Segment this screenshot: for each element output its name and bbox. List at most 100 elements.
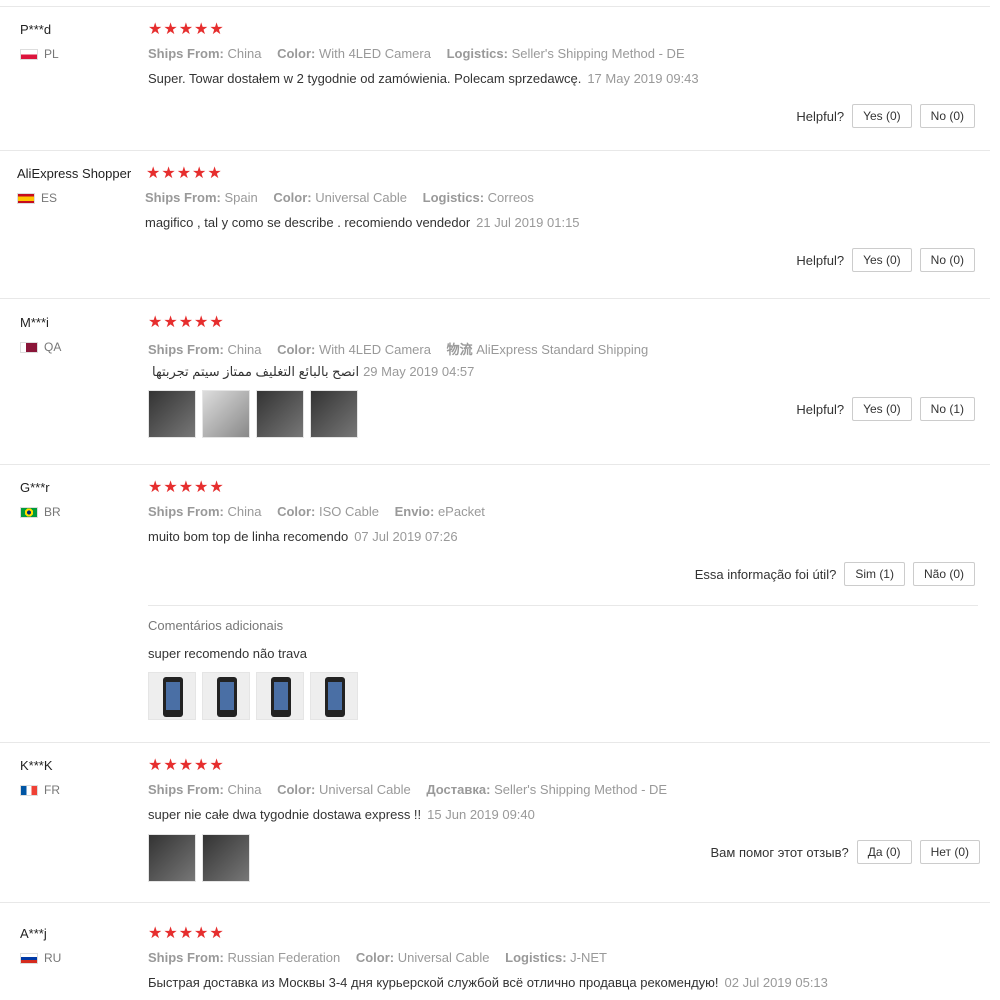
logistics-value: Seller's Shipping Method - DE (511, 46, 685, 61)
reviewer-country: FR (20, 783, 60, 797)
reviewer-country: RU (20, 951, 61, 965)
review-text: muito bom top de linha recomendo (148, 529, 349, 544)
color-value: Universal Cable (315, 190, 408, 205)
color-value: With 4LED Camera (318, 342, 431, 357)
reviewer-name: M***i (20, 315, 49, 330)
ships-from-value: China (227, 504, 262, 519)
ships-from-label: Ships From: (148, 342, 224, 357)
country-code: BR (44, 505, 61, 519)
review-photos (148, 672, 358, 720)
review-photo[interactable] (202, 834, 250, 882)
star-rating: ★★★★★ (148, 314, 225, 331)
helpful-row: Helpful? Yes (0) No (0) (796, 104, 975, 128)
ships-from-label: Ships From: (145, 190, 221, 205)
review-photo[interactable] (310, 672, 358, 720)
flag-qa-icon (20, 341, 38, 353)
logistics-label: Logistics: (446, 46, 508, 61)
review-photo[interactable] (202, 390, 250, 438)
review-text: انصح بالبائع التغليف ممتاز سيتم تجربتها (152, 364, 360, 379)
color-label: Color: (277, 504, 316, 519)
logistics-value: Correos (487, 190, 534, 205)
helpful-yes-button[interactable]: Yes (0) (852, 104, 912, 128)
review-text-row: magifico , tal y como se describe . reco… (145, 215, 580, 230)
review-photo[interactable] (148, 834, 196, 882)
helpful-label: Helpful? (796, 252, 845, 268)
review-photos (148, 390, 358, 438)
review-date: 15 Jun 2019 09:40 (427, 807, 535, 822)
review-photo[interactable] (148, 390, 196, 438)
divider (0, 464, 990, 465)
country-code: RU (44, 951, 62, 965)
review-date: 07 Jul 2019 07:26 (354, 529, 458, 544)
color-label: Color: (277, 46, 316, 61)
review-text-row: super nie całe dwa tygodnie dostawa expr… (148, 807, 535, 822)
review-photo[interactable] (256, 672, 304, 720)
logistics-value: AliExpress Standard Shipping (476, 342, 649, 357)
star-rating: ★★★★★ (148, 925, 225, 942)
helpful-label: Вам помог этот отзыв? (710, 844, 849, 860)
additional-comments-text: super recomendo não trava (148, 646, 307, 661)
helpful-label: Helpful? (796, 401, 845, 417)
ships-from-label: Ships From: (148, 782, 224, 797)
review-text: Быстрая доставка из Москвы 3-4 дня курье… (148, 975, 719, 990)
divider (0, 6, 990, 7)
review-text: super nie całe dwa tygodnie dostawa expr… (148, 807, 422, 822)
review-text-row: انصح بالبائع التغليف ممتاز سيتم تجربتها 2… (152, 364, 474, 380)
star-rating: ★★★★★ (148, 21, 225, 38)
logistics-value: ePacket (437, 504, 485, 519)
color-label: Color: (277, 782, 316, 797)
logistics-value: Seller's Shipping Method - DE (494, 782, 668, 797)
review-photo[interactable] (202, 672, 250, 720)
reviewer-name: K***K (20, 758, 53, 773)
helpful-row: Essa informação foi útil? Sim (1) Não (0… (695, 562, 975, 586)
review-text-row: muito bom top de linha recomendo 07 Jul 2… (148, 529, 458, 544)
subdivider (148, 605, 978, 606)
divider (0, 902, 990, 903)
color-value: ISO Cable (318, 504, 379, 519)
ships-from-value: China (227, 782, 262, 797)
divider (0, 298, 990, 299)
review-text: magifico , tal y como se describe . reco… (145, 215, 471, 230)
review-photo[interactable] (310, 390, 358, 438)
review-photo[interactable] (256, 390, 304, 438)
helpful-yes-button[interactable]: Да (0) (856, 840, 912, 864)
helpful-label: Essa informação foi útil? (694, 566, 837, 582)
star-rating: ★★★★★ (146, 165, 223, 182)
country-code: ES (41, 191, 58, 205)
review-date: 02 Jul 2019 05:13 (724, 975, 828, 990)
review-meta: Ships From: Spain Color: Universal Cable… (145, 190, 546, 205)
logistics-label: Logistics: (505, 950, 567, 965)
review-meta: Ships From: China Color: Universal Cable… (148, 782, 679, 797)
helpful-yes-button[interactable]: Yes (0) (852, 397, 912, 421)
helpful-row: Helpful? Yes (0) No (0) (796, 248, 975, 272)
review-meta: Ships From: China Color: With 4LED Camer… (148, 46, 697, 61)
helpful-no-button[interactable]: Нет (0) (919, 840, 980, 864)
helpful-row: Helpful? Yes (0) No (1) (796, 397, 975, 421)
helpful-label: Helpful? (796, 108, 845, 124)
ships-from-label: Ships From: (148, 504, 224, 519)
color-label: Color: (277, 342, 316, 357)
flag-fr-icon (20, 784, 38, 796)
review-photos (148, 834, 250, 882)
review-date: 29 May 2019 04:57 (363, 364, 475, 379)
country-code: FR (44, 783, 60, 797)
logistics-label: 物流 (446, 342, 473, 357)
ships-from-value: Russian Federation (227, 950, 341, 965)
country-code: PL (44, 47, 59, 61)
helpful-yes-button[interactable]: Yes (0) (852, 248, 912, 272)
logistics-label: Доставка: (426, 782, 491, 797)
helpful-no-button[interactable]: Não (0) (912, 562, 975, 586)
reviewer-name: P***d (20, 22, 52, 37)
divider (0, 150, 990, 151)
helpful-yes-button[interactable]: Sim (1) (844, 562, 905, 586)
color-value: Universal Cable (397, 950, 490, 965)
helpful-no-button[interactable]: No (0) (919, 248, 975, 272)
reviewer-name: G***r (20, 480, 50, 495)
ships-from-value: China (227, 46, 262, 61)
ships-from-label: Ships From: (148, 950, 224, 965)
ships-from-label: Ships From: (148, 46, 224, 61)
color-label: Color: (273, 190, 312, 205)
helpful-no-button[interactable]: No (0) (919, 104, 975, 128)
helpful-no-button[interactable]: No (1) (919, 397, 975, 421)
review-photo[interactable] (148, 672, 196, 720)
